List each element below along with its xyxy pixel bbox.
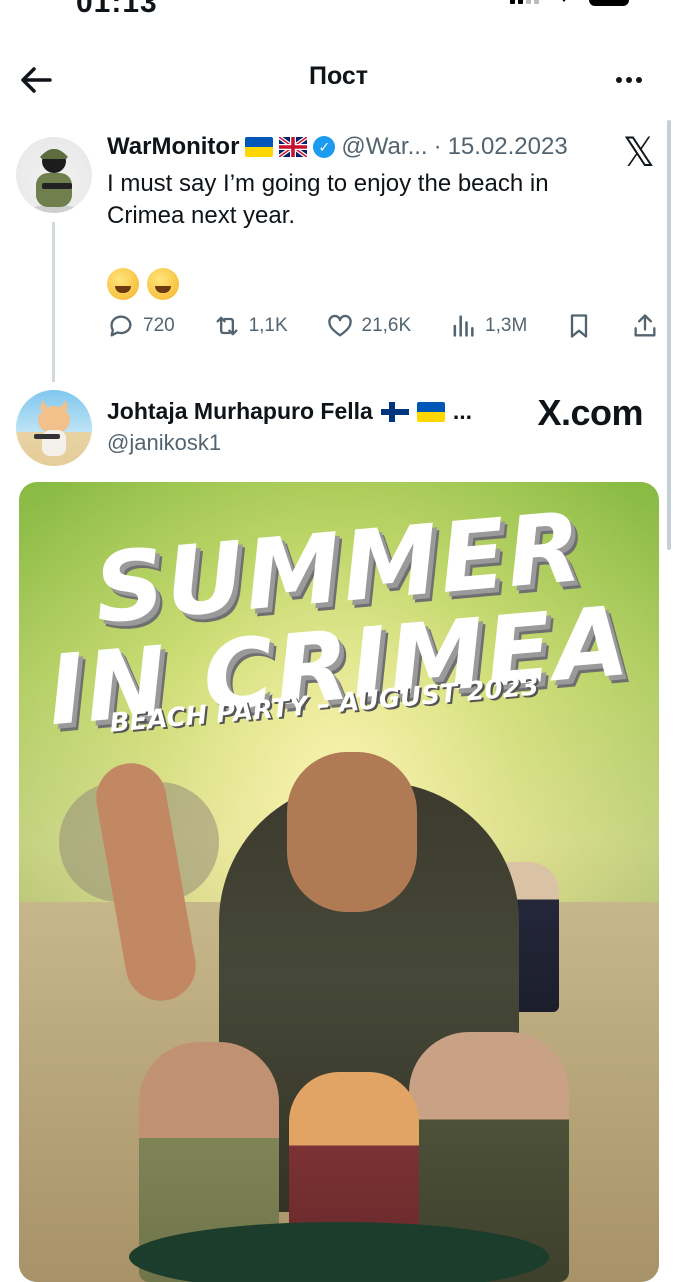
more-options-button[interactable]: [611, 62, 647, 98]
repost-icon: [216, 316, 238, 336]
uk-flag-icon: [279, 137, 308, 157]
source-label[interactable]: X.com: [537, 392, 643, 434]
page-title: Пост: [308, 62, 369, 90]
views-button[interactable]: 1,3M: [449, 312, 527, 340]
more-dot: [616, 77, 622, 83]
battery-indicator: 41: [589, 0, 629, 6]
verified-badge-icon: ✓: [313, 136, 336, 158]
ukraine-flag-icon: [416, 401, 445, 422]
status-time: 01:13: [76, 0, 158, 19]
author-handle[interactable]: @War...: [341, 133, 427, 161]
x-logo-icon[interactable]: 𝕏: [623, 130, 655, 176]
avatar[interactable]: [16, 390, 92, 466]
main-figure-head: [287, 752, 417, 912]
like-count: 21,6K: [361, 315, 412, 336]
dog-avatar-icon: [34, 400, 70, 456]
tweet-text: I must say I’m going to enjoy the beach …: [107, 170, 549, 229]
heart-icon: [327, 314, 352, 337]
author-name[interactable]: Johtaja Murhapuro Fella: [107, 398, 373, 425]
like-button[interactable]: 21,6K: [326, 312, 412, 340]
reply-count: 720: [143, 315, 175, 336]
share-button[interactable]: [631, 312, 659, 340]
scrollbar[interactable]: [667, 120, 671, 550]
grin-emoji-icon: [147, 268, 179, 300]
avatar[interactable]: [16, 137, 92, 213]
author-name[interactable]: WarMonitor: [107, 133, 239, 161]
signal-icon: [510, 0, 539, 4]
thread-line: [52, 222, 55, 382]
tweet-emoji-row: [107, 268, 179, 300]
ukraine-flag-icon: [245, 137, 274, 157]
soldier-avatar-icon: [32, 149, 76, 213]
share-icon: [634, 314, 656, 337]
reply-icon: [110, 315, 132, 337]
bookmark-icon: [570, 314, 588, 338]
views-chart-icon: [453, 315, 474, 337]
repost-button[interactable]: 1,1K: [213, 312, 288, 340]
finland-flag-icon: [380, 401, 409, 422]
more-dot: [626, 77, 632, 83]
status-icons: 41: [510, 0, 629, 16]
reply-button[interactable]: 720: [107, 312, 175, 340]
bookmark-button[interactable]: [565, 312, 593, 340]
wink-emoji-icon: [107, 268, 139, 300]
more-dot: [636, 77, 642, 83]
author-row: Johtaja Murhapuro Fella ...: [107, 398, 472, 425]
tweet-actions: 720 1,1K 21,6K 1,3M: [107, 312, 659, 340]
name-truncation: ...: [452, 398, 472, 424]
separator: ·: [433, 133, 442, 160]
author-handle[interactable]: @janikosk1: [107, 430, 221, 456]
tweet-image[interactable]: SUMMER IN CRIMEA BEACH PARTY – AUGUST 20…: [19, 482, 659, 1282]
repost-count: 1,1K: [248, 315, 288, 336]
tweet-author-row: WarMonitor ✓ @War... · 15.02.2023: [107, 133, 568, 161]
tweet-date[interactable]: 15.02.2023: [448, 133, 568, 161]
wifi-icon: [562, 0, 566, 2]
view-count: 1,3M: [485, 315, 528, 336]
